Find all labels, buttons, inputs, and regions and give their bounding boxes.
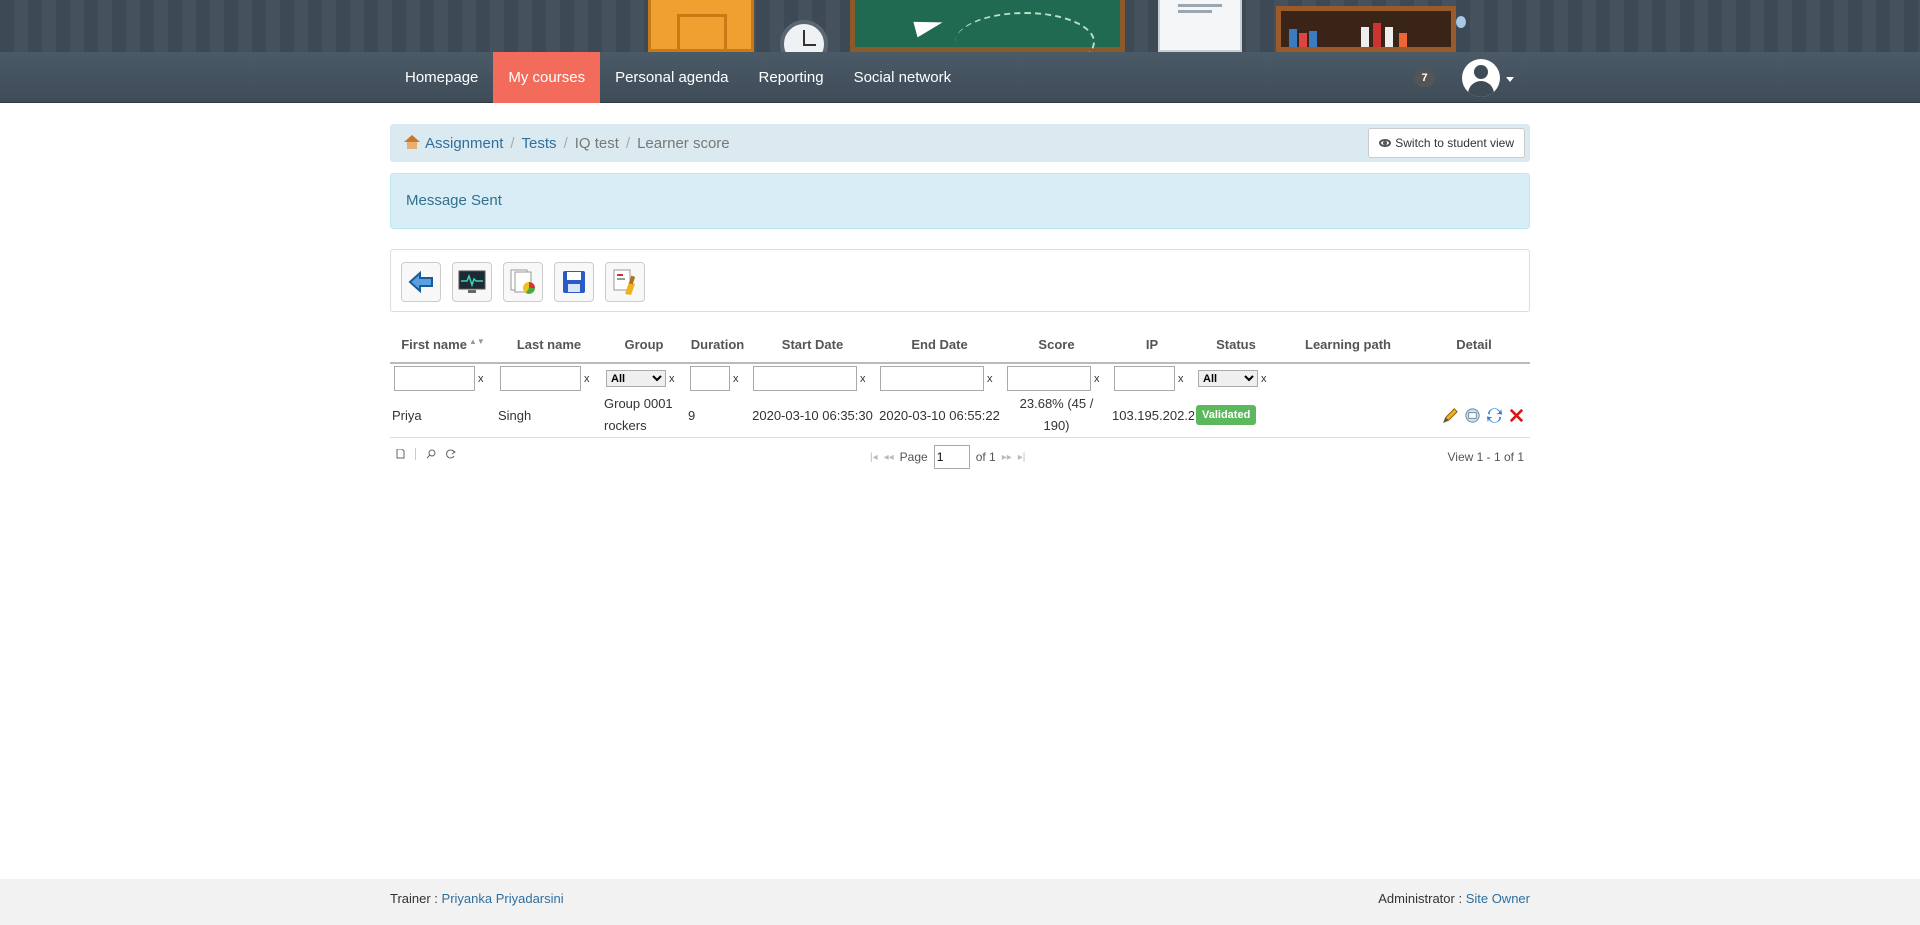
header-banner	[0, 0, 1920, 52]
save-disk-icon[interactable]	[554, 262, 594, 302]
back-arrow-icon[interactable]	[401, 262, 441, 302]
clear-filter-status[interactable]: x	[1261, 373, 1267, 385]
main-navbar: Homepage My courses Personal agenda Repo…	[0, 52, 1920, 103]
filter-end-date-input[interactable]	[880, 366, 984, 391]
filter-status-select[interactable]: All	[1198, 370, 1258, 388]
refresh-icon[interactable]	[1485, 406, 1504, 425]
clear-filter-ip[interactable]: x	[1178, 373, 1184, 385]
nav-item-social-network[interactable]: Social network	[839, 52, 967, 103]
last-page-icon[interactable]: ▸|	[1018, 452, 1026, 463]
reload-icon[interactable]	[446, 449, 456, 459]
cell-duration: 9	[686, 393, 749, 438]
filter-group-select[interactable]: All	[606, 370, 666, 388]
filter-ip-input[interactable]	[1114, 366, 1175, 391]
delete-x-icon[interactable]	[1507, 406, 1526, 425]
page-label: Page	[899, 450, 928, 464]
cell-end-date: 2020-03-10 06:55:22	[876, 393, 1003, 438]
column-header-end-date[interactable]: End Date	[876, 327, 1003, 363]
sort-icon[interactable]: ▲▼	[469, 337, 485, 346]
actions-toolbar	[390, 249, 1530, 312]
filter-duration-input[interactable]	[690, 366, 730, 391]
cell-score: 23.68% (45 / 190)	[1003, 393, 1110, 438]
cell-last-name: Singh	[496, 393, 602, 438]
view-results-icon[interactable]	[1463, 406, 1482, 425]
column-header-duration[interactable]: Duration	[686, 327, 749, 363]
chalkboard-illustration	[850, 0, 1125, 52]
nav-item-personal-agenda[interactable]: Personal agenda	[600, 52, 743, 103]
page-number-input[interactable]	[933, 445, 970, 469]
add-record-icon[interactable]	[396, 449, 405, 459]
learner-score-grid: First name ▲▼ Last name Group Duration St…	[390, 327, 1530, 476]
next-page-icon[interactable]: ▸▸	[1002, 452, 1012, 463]
trainer-label: Trainer :	[390, 891, 442, 906]
column-header-learning-path[interactable]: Learning path	[1278, 327, 1418, 363]
clear-filter-first-name[interactable]: x	[478, 373, 484, 385]
cell-learning-path	[1278, 393, 1418, 438]
first-page-icon[interactable]: |◂	[870, 452, 878, 463]
chevron-down-icon[interactable]	[1506, 77, 1514, 82]
grid-pager: |◂ ◂◂ Page of 1 ▸▸ ▸| View 1 - 1 of 1	[390, 438, 1530, 476]
switch-to-student-view-button[interactable]: Switch to student view	[1368, 128, 1525, 158]
banner-door-illustration	[648, 0, 754, 52]
chart-report-icon[interactable]	[503, 262, 543, 302]
trainer-link[interactable]: Priyanka Priyadarsini	[442, 891, 564, 906]
column-header-detail[interactable]: Detail	[1418, 327, 1530, 363]
clear-filter-group[interactable]: x	[669, 373, 675, 385]
filter-first-name-input[interactable]	[394, 366, 475, 391]
switch-label: Switch to student view	[1395, 136, 1514, 150]
column-header-last-name[interactable]: Last name	[496, 327, 602, 363]
clear-filter-start-date[interactable]: x	[860, 373, 866, 385]
search-icon[interactable]	[426, 449, 436, 459]
home-icon[interactable]	[404, 134, 420, 149]
clear-filter-score[interactable]: x	[1094, 373, 1100, 385]
admin-label: Administrator :	[1378, 891, 1466, 906]
monitor-pulse-icon[interactable]	[452, 262, 492, 302]
nav-item-reporting[interactable]: Reporting	[744, 52, 839, 103]
filter-last-name-input[interactable]	[500, 366, 581, 391]
cell-first-name: Priya	[390, 393, 496, 438]
breadcrumb-iq-test: IQ test	[574, 134, 619, 152]
page-count: of 1	[975, 450, 996, 464]
cell-ip: 103.195.202.2	[1110, 393, 1194, 438]
nav-item-my-courses[interactable]: My courses	[493, 52, 601, 103]
column-header-first-name[interactable]: First name ▲▼	[390, 327, 496, 363]
cell-start-date: 2020-03-10 06:35:30	[749, 393, 876, 438]
column-header-group[interactable]: Group	[602, 327, 686, 363]
clock-icon	[780, 20, 828, 52]
nav-item-homepage[interactable]: Homepage	[390, 52, 493, 103]
person-icon	[1456, 16, 1466, 28]
paper-plane-icon	[913, 14, 945, 38]
paper-illustration	[1158, 0, 1242, 52]
bookshelf-illustration	[1276, 6, 1456, 52]
table-row[interactable]: Priya Singh Group 0001 rockers 9 2020-03…	[390, 393, 1530, 438]
edit-pencil-icon[interactable]	[1441, 406, 1460, 425]
eye-icon	[1379, 139, 1392, 147]
view-records-label: View 1 - 1 of 1	[1447, 450, 1525, 464]
breadcrumb-assignment[interactable]: Assignment	[425, 135, 503, 152]
breadcrumb: Assignment / Tests / IQ test / Learner s…	[390, 124, 1530, 162]
alert-message: Message Sent	[390, 173, 1530, 229]
user-avatar-icon[interactable]	[1462, 59, 1500, 97]
notification-badge[interactable]: 7	[1414, 70, 1435, 87]
clear-filter-duration[interactable]: x	[733, 373, 739, 385]
clear-filter-end-date[interactable]: x	[987, 373, 993, 385]
column-header-ip[interactable]: IP	[1110, 327, 1194, 363]
status-badge: Validated	[1196, 405, 1257, 425]
column-header-start-date[interactable]: Start Date	[749, 327, 876, 363]
column-header-score[interactable]: Score	[1003, 327, 1110, 363]
clear-filter-last-name[interactable]: x	[584, 373, 590, 385]
breadcrumb-tests[interactable]: Tests	[522, 135, 557, 152]
footer: Trainer : Priyanka Priyadarsini Administ…	[0, 879, 1920, 925]
filter-start-date-input[interactable]	[753, 366, 857, 391]
admin-link[interactable]: Site Owner	[1466, 891, 1530, 906]
clean-brush-icon[interactable]	[605, 262, 645, 302]
filter-score-input[interactable]	[1007, 366, 1091, 391]
prev-page-icon[interactable]: ◂◂	[884, 452, 894, 463]
cell-group: Group 0001 rockers	[602, 393, 686, 438]
breadcrumb-learner-score: Learner score	[637, 134, 730, 152]
column-header-status[interactable]: Status	[1194, 327, 1278, 363]
